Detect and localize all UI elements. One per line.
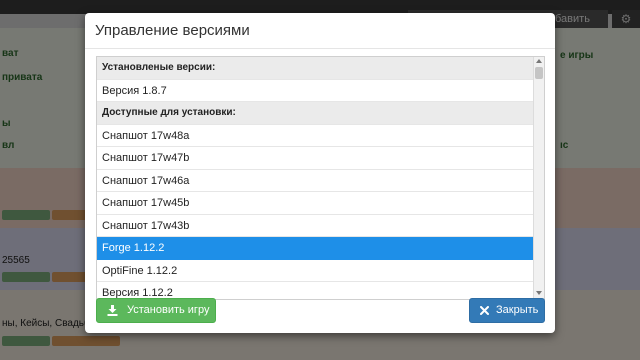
close-button[interactable]: Закрыть [469,298,545,323]
list-item-selected[interactable]: Forge 1.12.2 [97,237,533,260]
installed-group-header: Установленые версии: [97,57,533,80]
version-list: Установленые версии: Версия 1.8.7 Доступ… [97,57,533,299]
scroll-up-arrow-icon[interactable] [536,59,542,63]
close-label: Закрыть [496,304,539,316]
list-item[interactable]: OptiFine 1.12.2 [97,260,533,282]
list-item[interactable]: Версия 1.8.7 [97,80,533,102]
list-item[interactable]: Снапшот 17w47b [97,147,533,170]
download-icon [105,305,119,316]
dialog-title: Управление версиями [95,22,250,39]
install-game-label: Установить игру [127,304,210,316]
close-icon [479,306,489,315]
scroll-down-arrow-icon[interactable] [536,291,542,295]
version-manager-dialog: Управление версиями Установленые версии:… [85,13,555,333]
install-game-button[interactable]: Установить игру [96,298,216,323]
list-item[interactable]: Снапшот 17w43b [97,215,533,237]
scrollbar-thumb[interactable] [535,67,543,79]
available-group-header: Доступные для установки: [97,102,533,125]
version-listbox[interactable]: Установленые версии: Версия 1.8.7 Доступ… [96,56,545,300]
dialog-header: Управление версиями [85,13,555,49]
list-item[interactable]: Снапшот 17w46a [97,170,533,192]
list-item[interactable]: Снапшот 17w48a [97,125,533,147]
list-item[interactable]: Снапшот 17w45b [97,192,533,215]
list-scrollbar[interactable] [533,57,544,299]
